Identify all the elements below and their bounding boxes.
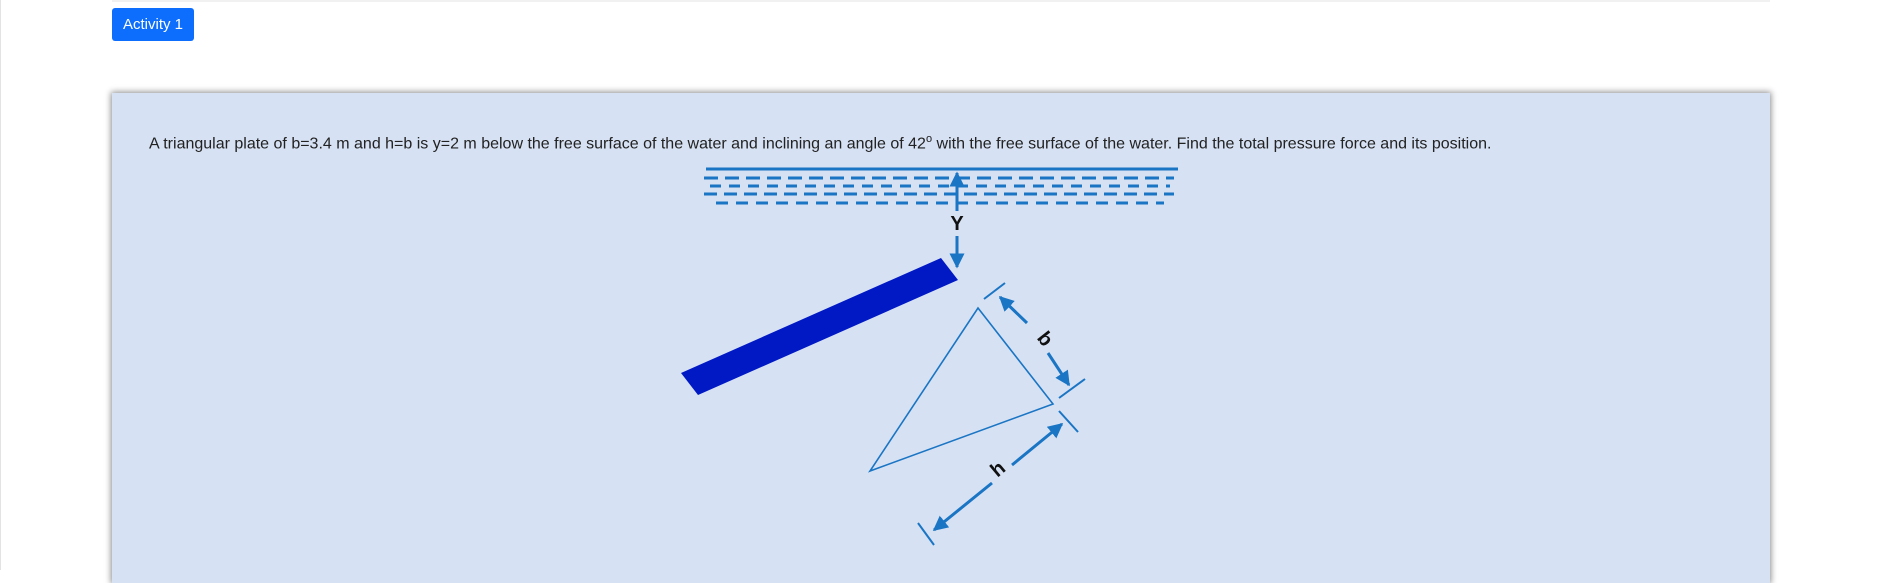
- triangular-plate: [867, 306, 1055, 473]
- base-arrow-upper: [998, 295, 1029, 325]
- height-extension-tick: [917, 522, 935, 546]
- header-divider: [112, 0, 1770, 2]
- plate-diagram: Y b h: [681, 167, 1178, 546]
- water-surface: [704, 167, 1178, 205]
- page-left-border: [0, 0, 1, 570]
- height-label: h: [986, 457, 1010, 482]
- inclined-plate: [681, 258, 958, 395]
- base-label: b: [1032, 328, 1057, 351]
- base-extension-tick: [1058, 378, 1086, 399]
- question-card: A triangular plate of b=3.4 m and h=b is…: [112, 93, 1770, 583]
- height-dimension: h: [917, 410, 1079, 546]
- height-arrow-lower: [932, 481, 993, 532]
- depth-label: Y: [950, 213, 964, 235]
- activity-1-button[interactable]: Activity 1: [112, 8, 195, 41]
- base-arrow-lower: [1046, 352, 1071, 387]
- height-extension-tick: [1058, 410, 1079, 433]
- height-arrow-upper: [1011, 422, 1064, 467]
- base-extension-tick: [983, 282, 1006, 300]
